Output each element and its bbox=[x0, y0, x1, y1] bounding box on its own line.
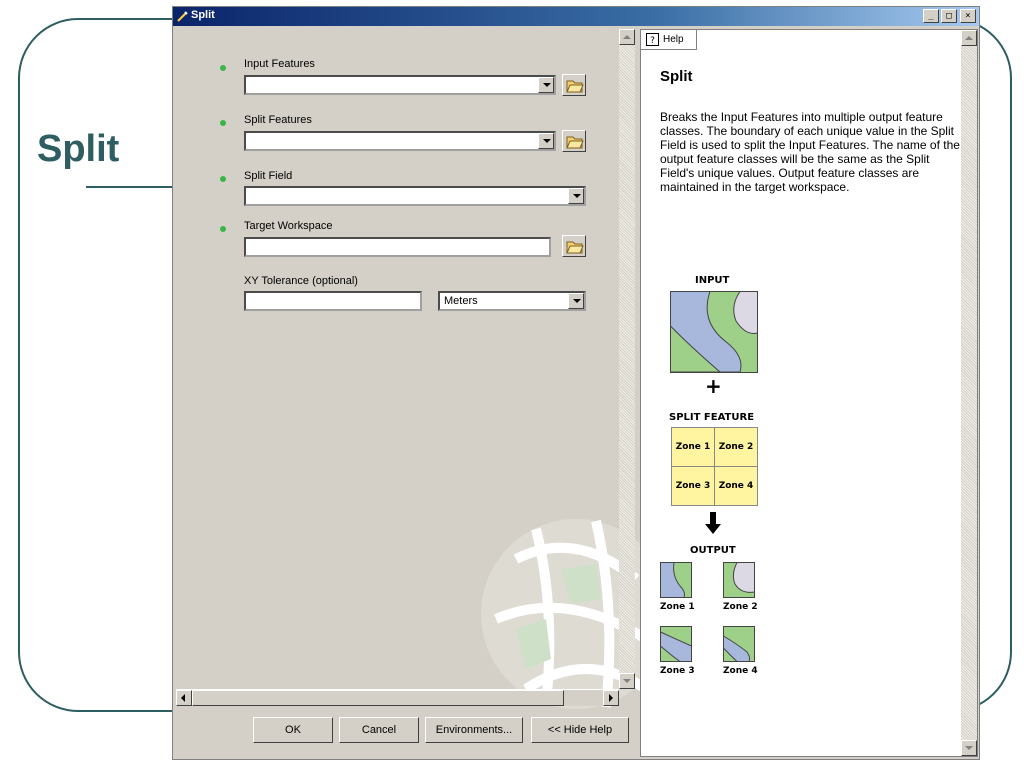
browse-split-features-button[interactable] bbox=[562, 130, 586, 152]
output-zone-label: Zone 4 bbox=[723, 666, 758, 676]
xy-tolerance-input[interactable] bbox=[244, 291, 422, 311]
split-field-dropdown[interactable] bbox=[244, 186, 586, 206]
folder-icon bbox=[566, 136, 584, 149]
input-features-dropdown[interactable] bbox=[244, 75, 556, 95]
diagram-output-label: OUTPUT bbox=[690, 545, 736, 556]
output-zone-4-diagram bbox=[723, 626, 755, 662]
folder-icon bbox=[566, 241, 584, 254]
scroll-down-button[interactable] bbox=[619, 673, 635, 689]
hide-help-button[interactable]: << Hide Help bbox=[531, 717, 629, 743]
scroll-right-button[interactable] bbox=[603, 690, 619, 706]
slide-title-underline bbox=[86, 186, 176, 188]
help-panel: ? Help Split Breaks the Input Features i… bbox=[640, 29, 978, 757]
help-vertical-scrollbar[interactable] bbox=[961, 30, 977, 756]
browse-target-workspace-button[interactable] bbox=[562, 235, 586, 257]
environments-button[interactable]: Environments... bbox=[425, 717, 523, 743]
close-button[interactable]: × bbox=[960, 9, 976, 23]
xy-tolerance-label: XY Tolerance (optional) bbox=[244, 275, 358, 287]
scroll-up-button[interactable] bbox=[961, 30, 977, 46]
minimize-button[interactable]: _ bbox=[923, 9, 939, 23]
scroll-thumb[interactable] bbox=[192, 690, 564, 706]
chevron-down-icon[interactable] bbox=[568, 188, 584, 204]
output-zone-label: Zone 1 bbox=[660, 602, 695, 612]
output-zone-3-diagram bbox=[660, 626, 692, 662]
diagram-split-feature-label: SPLIT FEATURE bbox=[669, 412, 755, 423]
plus-sign: + bbox=[705, 374, 722, 398]
xy-units-value: Meters bbox=[444, 295, 478, 307]
xy-units-dropdown[interactable]: Meters bbox=[438, 291, 586, 311]
folder-icon bbox=[566, 80, 584, 93]
cancel-button[interactable]: Cancel bbox=[339, 717, 419, 743]
split-zone: Zone 2 bbox=[714, 427, 758, 467]
help-icon: ? bbox=[646, 33, 659, 46]
scroll-down-button[interactable] bbox=[961, 740, 977, 756]
split-dialog: Split _ □ × Input Features Split Feature… bbox=[172, 6, 980, 760]
input-features-label: Input Features bbox=[244, 58, 315, 70]
help-description: Breaks the Input Features into multiple … bbox=[660, 110, 960, 194]
tool-icon bbox=[177, 11, 188, 22]
required-indicator bbox=[220, 176, 226, 182]
chevron-down-icon[interactable] bbox=[538, 133, 554, 149]
parameters-vertical-scrollbar[interactable] bbox=[619, 29, 635, 689]
split-features-dropdown[interactable] bbox=[244, 131, 556, 151]
diagram-input-label: INPUT bbox=[695, 275, 730, 286]
chevron-down-icon[interactable] bbox=[568, 293, 584, 309]
help-tab-label: Help bbox=[663, 34, 684, 45]
target-workspace-input[interactable] bbox=[244, 237, 551, 257]
browse-input-features-button[interactable] bbox=[562, 74, 586, 96]
output-zone-label: Zone 2 bbox=[723, 602, 758, 612]
svg-text:?: ? bbox=[650, 36, 655, 46]
output-zone-2-diagram bbox=[723, 562, 755, 598]
output-zone-1-diagram bbox=[660, 562, 692, 598]
input-polygon-diagram bbox=[670, 291, 758, 373]
required-indicator bbox=[220, 65, 226, 71]
parameters-panel: Input Features Split Features Split Fiel… bbox=[176, 29, 646, 709]
down-arrow-icon bbox=[705, 512, 721, 534]
scroll-up-button[interactable] bbox=[619, 29, 635, 45]
ok-button[interactable]: OK bbox=[253, 717, 333, 743]
split-field-label: Split Field bbox=[244, 170, 293, 182]
slide-title: Split bbox=[37, 128, 120, 170]
parameters-horizontal-scrollbar[interactable] bbox=[176, 689, 619, 706]
scroll-left-button[interactable] bbox=[176, 690, 192, 706]
required-indicator bbox=[220, 226, 226, 232]
split-zone: Zone 4 bbox=[714, 466, 758, 506]
window-title: Split bbox=[191, 9, 215, 21]
help-title: Split bbox=[660, 68, 693, 85]
title-bar[interactable]: Split _ □ × bbox=[173, 7, 979, 26]
split-zone: Zone 1 bbox=[671, 427, 715, 467]
split-features-label: Split Features bbox=[244, 114, 312, 126]
output-zone-label: Zone 3 bbox=[660, 666, 695, 676]
required-indicator bbox=[220, 120, 226, 126]
maximize-button[interactable]: □ bbox=[941, 9, 957, 23]
target-workspace-label: Target Workspace bbox=[244, 220, 333, 232]
split-zone: Zone 3 bbox=[671, 466, 715, 506]
help-tab[interactable]: ? Help bbox=[641, 30, 697, 50]
chevron-down-icon[interactable] bbox=[538, 77, 554, 93]
